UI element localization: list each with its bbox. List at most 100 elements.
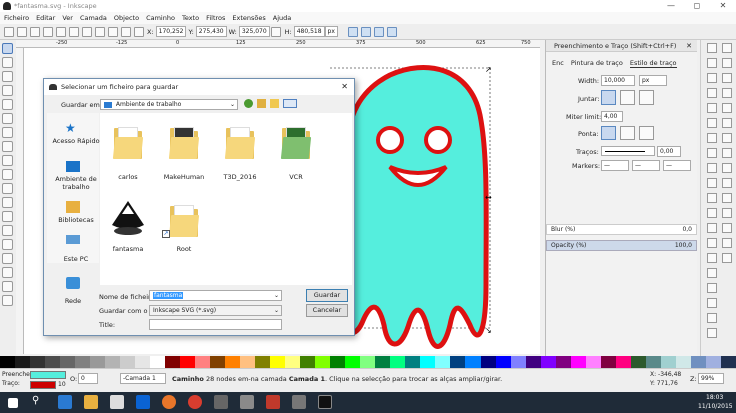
folder-icon[interactable]: [112, 125, 144, 159]
palette-swatch[interactable]: [585, 356, 601, 368]
view-menu-icon[interactable]: [283, 99, 297, 108]
bucket-tool-icon[interactable]: [2, 267, 13, 278]
palette-swatch[interactable]: [90, 356, 106, 368]
snap-midpoint-icon[interactable]: [722, 178, 732, 188]
palette-swatch[interactable]: [165, 356, 181, 368]
fill-swatch[interactable]: [30, 371, 66, 379]
palette-swatch[interactable]: [465, 356, 481, 368]
redo-icon[interactable]: [707, 148, 717, 158]
palette-swatch[interactable]: [285, 356, 301, 368]
palette-swatch[interactable]: [225, 356, 241, 368]
palette-swatch[interactable]: [705, 356, 721, 368]
clone-icon[interactable]: [707, 268, 717, 278]
app-icon[interactable]: [266, 395, 280, 409]
inkscape-taskbar-icon[interactable]: [318, 395, 332, 409]
node-tool-icon[interactable]: [2, 57, 13, 68]
menu-extensoes[interactable]: Extensões: [232, 14, 265, 22]
y-field[interactable]: 275,430: [195, 26, 227, 37]
select-all-icon[interactable]: [3, 26, 14, 37]
palette-swatch[interactable]: [690, 356, 706, 368]
scale-stroke-icon[interactable]: [347, 26, 358, 37]
zoom-input[interactable]: 99%: [698, 373, 724, 384]
palette-swatch[interactable]: [270, 356, 286, 368]
spray-tool-icon[interactable]: [2, 239, 13, 250]
star-tool-icon[interactable]: [2, 155, 13, 166]
snap-bbox-icon[interactable]: [722, 58, 732, 68]
palette-swatch[interactable]: [540, 356, 556, 368]
pen-tool-icon[interactable]: [2, 197, 13, 208]
x-field[interactable]: 170,252: [155, 26, 187, 37]
rotate-cw-icon[interactable]: [55, 26, 66, 37]
folder-icon[interactable]: [168, 125, 200, 159]
dialog-close-icon[interactable]: ✕: [341, 79, 348, 95]
palette-swatch[interactable]: [0, 356, 16, 368]
nav-quick-access[interactable]: Acesso Rápido: [52, 137, 100, 145]
nav-network[interactable]: Rede: [49, 297, 97, 305]
cap-square-icon[interactable]: [639, 126, 654, 140]
tab-stroke-paint[interactable]: Pintura de traço: [571, 59, 623, 68]
join-round-icon[interactable]: [620, 90, 635, 105]
windows-start-icon[interactable]: [8, 398, 18, 408]
nav-desktop[interactable]: Ambiente de trabalho: [52, 175, 100, 191]
app-icon[interactable]: [214, 395, 228, 409]
cancel-button[interactable]: Cancelar: [306, 304, 348, 317]
duplicate-icon[interactable]: [707, 253, 717, 263]
blur-slider[interactable]: Blur (%) 0,0: [546, 224, 697, 235]
snap-bbox-edge-icon[interactable]: [722, 73, 732, 83]
palette-swatch[interactable]: [570, 356, 586, 368]
snap-bbox-corner-icon[interactable]: [722, 88, 732, 98]
file-label[interactable]: Root: [159, 245, 209, 253]
undo-icon[interactable]: [707, 133, 717, 143]
palette-swatch[interactable]: [330, 356, 346, 368]
flip-vertical-icon[interactable]: [81, 26, 92, 37]
deselect-icon[interactable]: [29, 26, 40, 37]
import-icon[interactable]: [707, 103, 717, 113]
menu-texto[interactable]: Texto: [182, 14, 199, 22]
save-in-select[interactable]: Ambiente de trabalho ⌄: [100, 99, 238, 110]
palette-swatch[interactable]: [495, 356, 511, 368]
palette-swatch[interactable]: [315, 356, 331, 368]
palette-swatch[interactable]: [645, 356, 661, 368]
open-icon[interactable]: [707, 58, 717, 68]
file-type-select[interactable]: Inkscape SVG (*.svg) ⌄: [149, 305, 282, 316]
app-icon[interactable]: [292, 395, 306, 409]
snap-paths-icon[interactable]: [722, 118, 732, 128]
store-icon[interactable]: [110, 395, 124, 409]
palette-swatch[interactable]: [195, 356, 211, 368]
cut-icon[interactable]: [707, 178, 717, 188]
tweak-tool-icon[interactable]: [2, 71, 13, 82]
palette-swatch[interactable]: [615, 356, 631, 368]
dash-offset-input[interactable]: 0,00: [657, 146, 681, 157]
snap-cusp-icon[interactable]: [722, 148, 732, 158]
maximize-button[interactable]: ◻: [684, 0, 710, 12]
menu-caminho[interactable]: Caminho: [146, 14, 175, 22]
save-icon[interactable]: [707, 73, 717, 83]
app-icon[interactable]: [240, 395, 254, 409]
palette-swatch[interactable]: [45, 356, 61, 368]
snap-page-icon[interactable]: [722, 223, 732, 233]
miter-limit-input[interactable]: 4,00: [601, 111, 623, 122]
zoom-tool-icon[interactable]: [2, 85, 13, 96]
filename-input[interactable]: fantasma ⌄: [149, 290, 282, 301]
file-label[interactable]: MakeHuman: [159, 173, 209, 181]
palette-swatch[interactable]: [255, 356, 271, 368]
menu-filtros[interactable]: Filtros: [206, 14, 225, 22]
snap-toggle-icon[interactable]: [722, 43, 732, 53]
raise-icon[interactable]: [107, 26, 118, 37]
new-folder-icon[interactable]: [270, 99, 279, 108]
menu-ajuda[interactable]: Ajuda: [273, 14, 291, 22]
file-explorer-icon[interactable]: [84, 395, 98, 409]
zoom-selection-icon[interactable]: [707, 208, 717, 218]
box3d-tool-icon[interactable]: [2, 127, 13, 138]
spiral-tool-icon[interactable]: [2, 169, 13, 180]
palette-swatch[interactable]: [75, 356, 91, 368]
palette-swatch[interactable]: [405, 356, 421, 368]
group-icon[interactable]: [707, 283, 717, 293]
folder-icon[interactable]: [280, 125, 312, 159]
title-input[interactable]: [149, 319, 282, 330]
snap-intersection-icon[interactable]: [722, 133, 732, 143]
width-unit-select[interactable]: px: [639, 75, 667, 86]
transform-patterns-icon[interactable]: [386, 26, 397, 37]
dash-pattern-select[interactable]: [601, 146, 655, 156]
back-icon[interactable]: [244, 99, 253, 108]
